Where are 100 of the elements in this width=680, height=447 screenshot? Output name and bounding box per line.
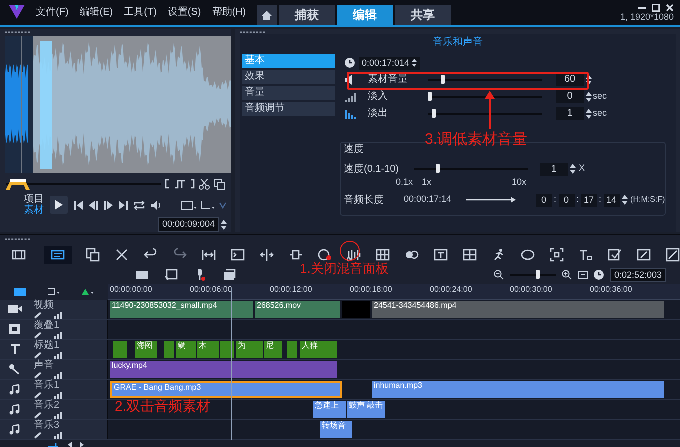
number-field[interactable]: 1 [556,107,584,120]
menu-item[interactable]: 设置(S) [166,7,202,19]
spinner-icon[interactable] [221,220,227,230]
grid-icon[interactable] [376,248,390,262]
track-header[interactable]: 声音 [0,360,108,379]
preview-mode-option[interactable]: 项目 [24,194,44,205]
options-tab[interactable]: 音频调节 [242,102,335,116]
spinner-icon[interactable] [586,92,592,102]
spinner-icon[interactable] [586,108,592,118]
link-icon[interactable] [34,352,42,358]
mode-tab[interactable]: 共享 [395,5,452,25]
zoom-in-icon[interactable] [562,270,572,280]
scissors-icon[interactable] [199,178,210,190]
menu-item[interactable]: 文件(F) [35,7,70,19]
runner-icon[interactable] [492,248,506,262]
copy-icon[interactable] [86,248,100,262]
zoom-out-icon[interactable] [494,270,504,280]
title-clip[interactable] [287,341,297,358]
level-bars-icon[interactable] [54,312,62,318]
grip-icon[interactable] [5,31,31,34]
level-bars-icon[interactable] [54,412,62,418]
mode-tab[interactable]: 捕获 [279,5,336,25]
image-stack-icon[interactable] [222,268,236,282]
preview-mode-option[interactable]: 素材 [24,205,44,216]
title-clip[interactable]: 海图 [135,341,157,358]
spinner-icon[interactable] [586,74,592,84]
title-clip[interactable]: 木 [197,341,219,358]
film-strip-icon[interactable] [12,248,26,262]
menu-item[interactable]: 编辑(E) [78,7,114,19]
number-field[interactable]: 60 [556,73,584,86]
maximize-icon[interactable] [652,4,660,12]
track-lane[interactable]: 海图 鲷 木 为 尼 人群 [108,340,680,359]
duration-field[interactable]: 0:00:17:014 [359,56,420,70]
number-field[interactable]: 0 [558,194,575,206]
home-tab[interactable] [257,5,278,25]
track-header[interactable]: 音乐2 [0,400,108,419]
timeline-view-button[interactable] [44,246,72,264]
trim-icon[interactable] [174,179,186,189]
level-bars-icon[interactable] [54,372,62,378]
video-clip[interactable]: 24541-343454486.mp4 [372,301,664,318]
menu-item[interactable]: 工具(T) [123,7,158,19]
track-lane[interactable]: 11490-230853032_small.mp4 268526.mov 24541-343454486.mp4 [108,300,680,319]
grip-icon[interactable] [240,31,266,34]
sound-mixer-icon[interactable] [347,248,361,262]
number-field[interactable]: 0 [536,194,552,206]
title-clip[interactable] [164,341,174,358]
number-field[interactable]: 14 [604,194,620,206]
crop-icon[interactable] [201,200,215,210]
track-header[interactable]: 标题1 [0,340,108,359]
text-box-icon[interactable] [434,248,448,262]
link-icon[interactable] [34,312,42,318]
aspect-ratio-icon[interactable] [181,200,197,210]
track-header[interactable]: 覆叠1 [0,320,108,339]
link-icon[interactable] [34,372,42,378]
link-icon[interactable] [34,392,42,398]
speaker-icon[interactable] [151,200,162,210]
trim-handle[interactable] [6,178,30,190]
title-clip[interactable]: 为 [236,341,263,358]
skip-start-icon[interactable] [74,200,83,210]
screen-icon[interactable] [231,248,245,262]
title-clip[interactable] [220,341,234,358]
options-tab[interactable]: 效果 [242,70,335,84]
number-field[interactable]: 0 [556,90,584,103]
options-tab[interactable]: 音量 [242,86,335,100]
title-clip[interactable] [113,341,127,358]
level-bars-icon[interactable] [54,332,62,338]
time-ruler[interactable]: 00:00:00:00 00:00:06:00 00:00:12:00 00:00:18:00 00:00:24:00 00:00:30:00 00:00:36:00 [108,284,680,300]
title-clip[interactable]: 鲷 [176,341,196,358]
link-icon[interactable] [34,432,42,438]
minimize-icon[interactable] [638,4,646,12]
grip-icon[interactable] [5,238,31,241]
scroll-right-icon[interactable] [80,442,84,447]
spinner-icon[interactable] [570,164,576,174]
slider-thumb[interactable] [432,108,436,118]
title-clip[interactable]: 人群 [300,341,337,358]
fit-timeline-icon[interactable] [578,270,588,280]
step-back-icon[interactable] [89,200,98,210]
resize-icon[interactable] [289,248,303,262]
mark-out-icon[interactable] [190,179,195,189]
slider-thumb[interactable] [441,74,446,84]
text-3d-icon[interactable] [579,248,593,262]
slider-thumb[interactable] [436,164,440,173]
slider-thumb[interactable] [536,270,540,279]
video-clip[interactable]: 268526.mov [255,301,340,318]
mark-in-icon[interactable] [165,179,170,189]
timecode-field[interactable]: 00:00:09:004 [158,217,219,232]
track-lane[interactable]: lucky.mp4 [108,360,680,379]
level-bars-icon[interactable] [54,352,62,358]
voice-clip[interactable]: lucky.mp4 [110,361,337,378]
level-bars-icon[interactable] [54,432,62,438]
blank-clip[interactable] [342,301,370,318]
track-header[interactable]: 视频 [0,300,108,319]
title-clip[interactable]: 尼 [264,341,282,358]
track-header[interactable]: 音乐3 [0,420,108,439]
number-field[interactable]: 17 [581,194,598,206]
video-clip[interactable]: 11490-230853032_small.mp4 [110,301,253,318]
fit-width-icon[interactable] [202,248,216,262]
menu-item[interactable]: 帮助(H) [211,7,248,19]
slider-thumb[interactable] [428,92,432,100]
play-button[interactable] [50,196,68,214]
